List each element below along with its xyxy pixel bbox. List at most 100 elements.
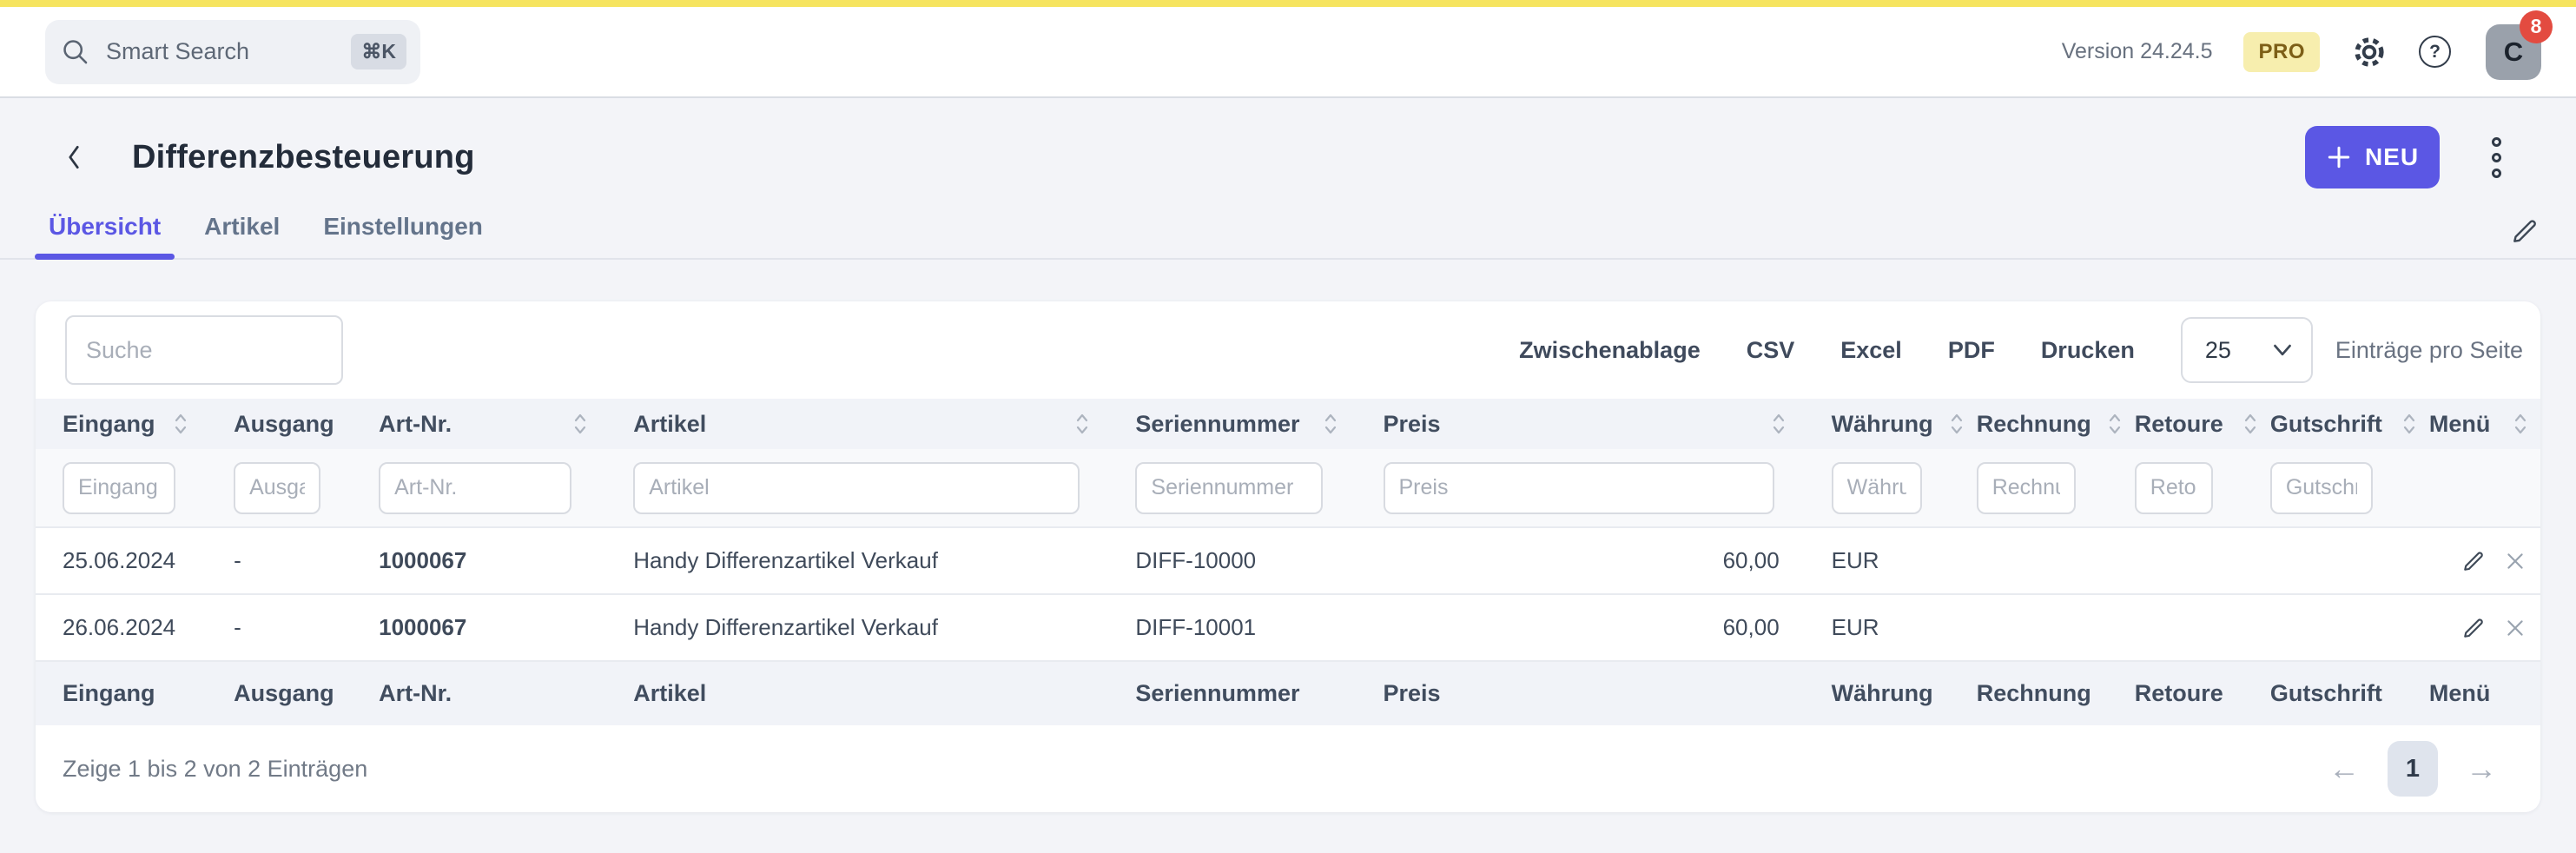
footer-column-label: Artikel [633, 661, 1135, 725]
chevron-left-icon [63, 142, 85, 173]
cell-preis: 60,00 [1384, 594, 1832, 661]
footer-column-label: Seriennummer [1135, 661, 1383, 725]
sort-both-icon [1074, 411, 1090, 437]
column-header-retoure[interactable]: Retoure [2135, 399, 2270, 449]
sort-both-icon [2401, 411, 2417, 437]
table-card: Zwischenablage CSV Excel PDF Drucken 25 … [36, 301, 2540, 812]
column-label: Retoure [2135, 411, 2223, 438]
sort-both-icon [173, 411, 188, 437]
sort-both-icon [1323, 411, 1338, 437]
column-header-artikel[interactable]: Artikel [633, 399, 1135, 449]
filter-preis[interactable] [1384, 462, 1774, 514]
smart-search[interactable]: ⌘K [45, 20, 420, 84]
filter-waehrung[interactable] [1832, 462, 1922, 514]
kebab-dot [2492, 153, 2501, 162]
next-page-button[interactable]: → [2466, 753, 2497, 784]
filter-eingang[interactable] [63, 462, 175, 514]
filter-seriennummer[interactable] [1135, 462, 1323, 514]
table-header-row: Eingang Ausgang Art-Nr. Artikel Seriennu… [36, 399, 2540, 449]
table-row[interactable]: 25.06.2024 - 1000067 Handy Differenzarti… [36, 527, 2540, 594]
cell-waehrung: EUR [1832, 527, 1977, 594]
column-header-rechnung[interactable]: Rechnung [1977, 399, 2135, 449]
export-csv-button[interactable]: CSV [1747, 337, 1795, 364]
cell-ausgang: - [234, 594, 379, 661]
export-excel-button[interactable]: Excel [1840, 337, 1902, 364]
column-header-ausgang[interactable]: Ausgang [234, 399, 379, 449]
tab-uebersicht[interactable]: Übersicht [35, 213, 175, 258]
cell-retoure [2135, 527, 2270, 594]
column-label: Eingang [63, 411, 155, 438]
edit-row-button[interactable] [2460, 548, 2487, 574]
column-header-waehrung[interactable]: Währung [1832, 399, 1977, 449]
more-options-button[interactable] [2487, 132, 2507, 183]
footer-column-label: Retoure [2135, 661, 2270, 725]
copy-to-clipboard-button[interactable]: Zwischenablage [1519, 337, 1701, 364]
pencil-icon [2460, 615, 2487, 641]
cell-eingang: 26.06.2024 [36, 594, 234, 661]
back-button[interactable] [63, 142, 85, 173]
sort-both-icon [2242, 411, 2258, 437]
new-button[interactable]: NEU [2305, 126, 2440, 188]
filter-rechnung[interactable] [1977, 462, 2076, 514]
gear-icon [2351, 34, 2388, 70]
page-title: Differenzbesteuerung [132, 139, 475, 176]
plus-icon [2326, 144, 2352, 170]
print-button[interactable]: Drucken [2041, 337, 2135, 364]
export-pdf-button[interactable]: PDF [1948, 337, 1995, 364]
topbar: ⌘K Version 24.24.5 PRO ? C 8 [0, 7, 2576, 98]
footer-column-label: Eingang [36, 661, 234, 725]
pencil-icon [2509, 215, 2540, 247]
edit-row-button[interactable] [2460, 615, 2487, 641]
sort-both-icon [572, 411, 588, 437]
pro-badge: PRO [2243, 32, 2320, 72]
page-size-value: 25 [2205, 337, 2231, 364]
footer-column-label: Ausgang [234, 661, 379, 725]
filter-artnr[interactable] [379, 462, 571, 514]
column-header-artnr[interactable]: Art-Nr. [379, 399, 633, 449]
brand-top-strip [0, 0, 2576, 7]
page-size-select[interactable]: 25 [2181, 317, 2313, 383]
pencil-icon [2460, 548, 2487, 574]
footer-column-label: Art-Nr. [379, 661, 633, 725]
cell-gutschrift [2270, 527, 2429, 594]
table-row[interactable]: 26.06.2024 - 1000067 Handy Differenzarti… [36, 594, 2540, 661]
column-header-seriennummer[interactable]: Seriennummer [1135, 399, 1383, 449]
search-icon [61, 37, 90, 67]
page-number-button[interactable]: 1 [2388, 741, 2438, 797]
filter-artikel[interactable] [633, 462, 1080, 514]
page-header: Differenzbesteuerung NEU Übersicht Artik… [0, 98, 2576, 260]
column-label: Seriennummer [1135, 411, 1299, 438]
column-header-menue[interactable]: Menü [2429, 399, 2540, 449]
filter-retoure[interactable] [2135, 462, 2213, 514]
arrow-left-icon: ← [2328, 751, 2360, 786]
settings-button[interactable] [2351, 34, 2388, 70]
column-header-eingang[interactable]: Eingang [36, 399, 234, 449]
sort-both-icon [2513, 411, 2528, 437]
filter-gutschrift[interactable] [2270, 462, 2373, 514]
cell-retoure [2135, 594, 2270, 661]
sort-both-icon [1771, 411, 1787, 437]
delete-row-button[interactable] [2504, 617, 2526, 639]
cell-artikel: Handy Differenzartikel Verkauf [633, 594, 1135, 661]
column-header-preis[interactable]: Preis [1384, 399, 1832, 449]
smart-search-input[interactable] [106, 38, 351, 65]
tab-artikel[interactable]: Artikel [190, 213, 294, 258]
close-icon [2504, 550, 2526, 572]
arrow-right-icon: → [2466, 751, 2497, 786]
help-button[interactable]: ? [2419, 36, 2451, 68]
content-area: Zwischenablage CSV Excel PDF Drucken 25 … [0, 260, 2576, 812]
table-search-input[interactable] [65, 315, 343, 385]
sort-both-icon [2107, 411, 2123, 437]
footer-column-label: Preis [1384, 661, 1832, 725]
edit-page-button[interactable] [2509, 215, 2540, 249]
filter-ausgang[interactable] [234, 462, 320, 514]
column-label: Ausgang [234, 411, 334, 438]
column-label: Menü [2429, 411, 2491, 438]
kebab-dot [2492, 169, 2501, 178]
delete-row-button[interactable] [2504, 550, 2526, 572]
version-label: Version 24.24.5 [2062, 39, 2213, 64]
cell-seriennummer: DIFF-10000 [1135, 527, 1383, 594]
column-header-gutschrift[interactable]: Gutschrift [2270, 399, 2429, 449]
tab-einstellungen[interactable]: Einstellungen [309, 213, 497, 258]
previous-page-button[interactable]: ← [2328, 753, 2360, 784]
